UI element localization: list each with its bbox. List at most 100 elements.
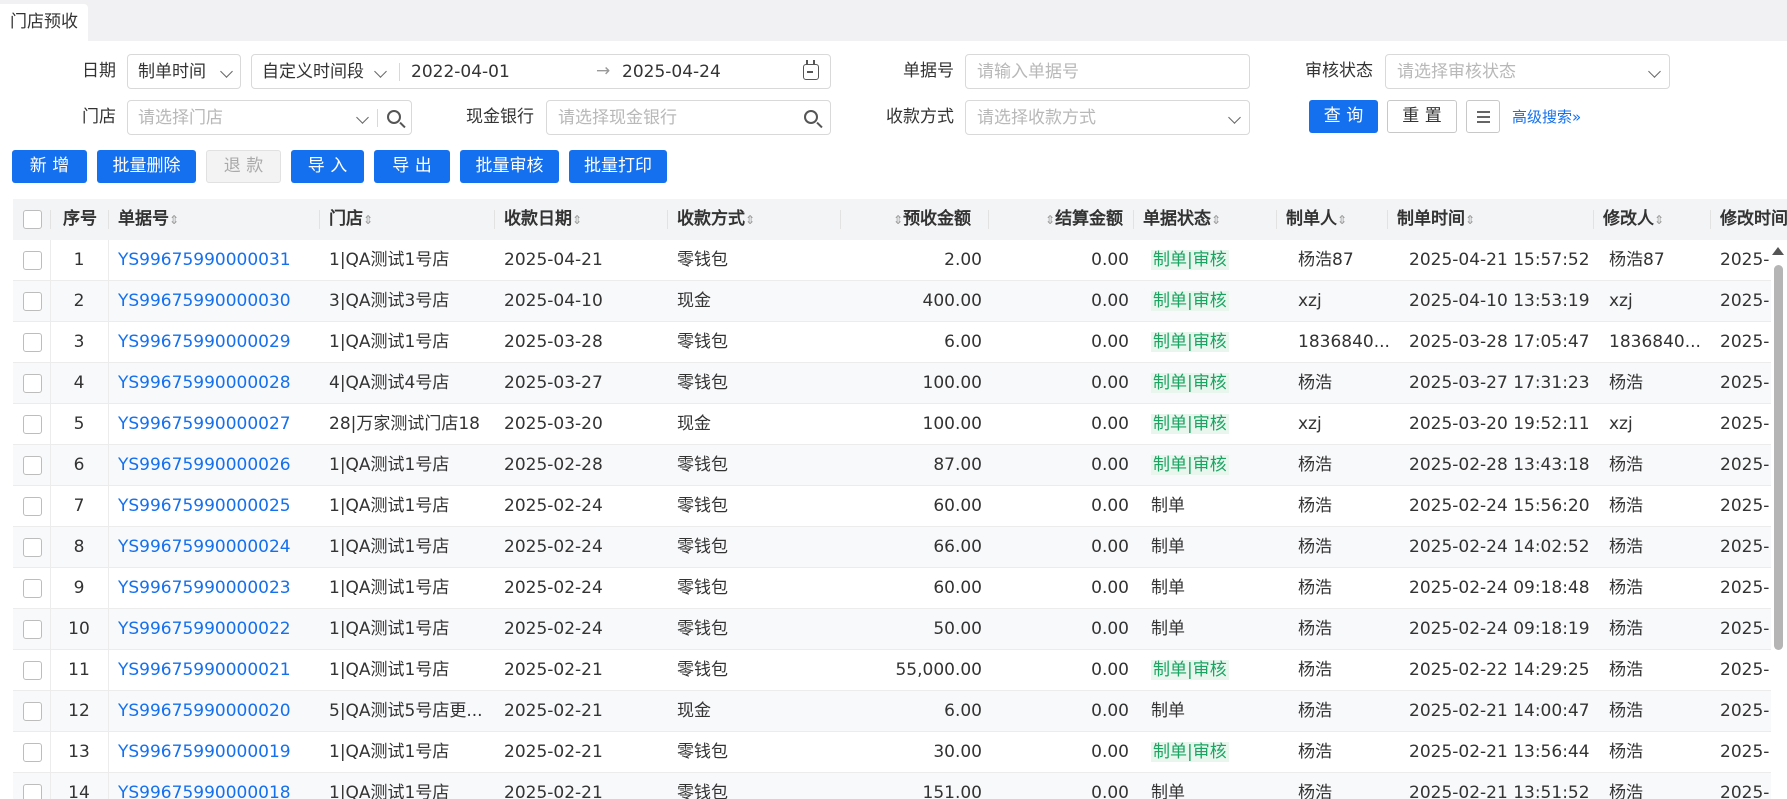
table-row[interactable]: 10 YS99675990000022 1|QA测试1号店 2025-02-24 零钱包… xyxy=(13,609,1787,650)
table-row[interactable]: 11 YS99675990000021 1|QA测试1号店 2025-02-21 零钱包… xyxy=(13,650,1787,691)
row-checkbox[interactable] xyxy=(23,415,42,434)
row-payment-method: 零钱包 xyxy=(677,496,728,516)
col-bill-status[interactable]: 单据状态⇕ xyxy=(1143,199,1221,240)
import-button[interactable]: 导 入 xyxy=(291,150,364,183)
export-button[interactable]: 导 出 xyxy=(374,150,450,183)
row-index: 13 xyxy=(68,742,90,762)
column-settings-button[interactable] xyxy=(1466,100,1500,133)
row-checkbox[interactable] xyxy=(23,374,42,393)
bill-no-link[interactable]: YS99675990000021 xyxy=(118,650,313,690)
range-arrow-icon: → xyxy=(596,61,611,81)
col-receive-date[interactable]: 收款日期⇕ xyxy=(504,199,582,240)
row-creator: 杨浩87 xyxy=(1298,250,1354,270)
date-range-picker[interactable]: 自定义时间段 2022-04-01 → 2025-04-24 xyxy=(251,54,831,89)
bill-no-link[interactable]: YS99675990000028 xyxy=(118,363,313,403)
bill-no-link[interactable]: YS99675990000027 xyxy=(118,404,313,444)
status-badge: 制单|审核 xyxy=(1151,660,1229,680)
status-badge: 制单|审核 xyxy=(1151,455,1229,475)
row-store: 28|万家测试门店18 xyxy=(329,414,480,434)
table-row[interactable]: 13 YS99675990000019 1|QA测试1号店 2025-02-21 零钱包… xyxy=(13,732,1787,773)
table-row[interactable]: 1 YS99675990000031 1|QA测试1号店 2025-04-21 零钱包 2… xyxy=(13,240,1787,281)
row-prepaid-amount: 400.00 xyxy=(922,291,982,311)
bill-no-link[interactable]: YS99675990000030 xyxy=(118,281,313,321)
row-checkbox[interactable] xyxy=(23,702,42,721)
row-checkbox[interactable] xyxy=(23,661,42,680)
row-checkbox[interactable] xyxy=(23,620,42,639)
row-checkbox[interactable] xyxy=(23,538,42,557)
chevron-down-icon xyxy=(220,65,233,78)
table-row[interactable]: 3 YS99675990000029 1|QA测试1号店 2025-03-28 零钱包 6… xyxy=(13,322,1787,363)
audit-status-placeholder: 请选择审核状态 xyxy=(1397,62,1516,82)
table-row[interactable]: 12 YS99675990000020 5|QA测试5号店更... 2025-02-2… xyxy=(13,691,1787,732)
bill-no-link[interactable]: YS99675990000022 xyxy=(118,609,313,649)
row-checkbox[interactable] xyxy=(23,784,42,799)
scroll-up-arrow-icon[interactable] xyxy=(1772,247,1784,255)
status-badge: 制单 xyxy=(1151,537,1185,557)
col-prepaid-amount[interactable]: ⇕预收金额 xyxy=(893,199,971,240)
select-all-checkbox[interactable] xyxy=(23,210,42,229)
search-icon[interactable] xyxy=(804,110,818,124)
calendar-icon[interactable] xyxy=(803,60,819,80)
batch-print-button[interactable]: 批量打印 xyxy=(569,150,667,183)
reset-button[interactable]: 重 置 xyxy=(1387,100,1457,133)
bill-no-link[interactable]: YS99675990000020 xyxy=(118,691,313,731)
table-row[interactable]: 5 YS99675990000027 28|万家测试门店18 2025-03-20 现金… xyxy=(13,404,1787,445)
bill-no-input[interactable]: 请输入单据号 xyxy=(965,54,1250,89)
bill-no-link[interactable]: YS99675990000031 xyxy=(118,240,313,280)
col-creator[interactable]: 制单人⇕ xyxy=(1286,199,1347,240)
col-modifier[interactable]: 修改人⇕ xyxy=(1603,199,1664,240)
row-store: 1|QA测试1号店 xyxy=(329,783,450,799)
date-range-type[interactable]: 自定义时间段 xyxy=(262,62,364,82)
bill-no-link[interactable]: YS99675990000024 xyxy=(118,527,313,567)
bill-no-link[interactable]: YS99675990000019 xyxy=(118,732,313,772)
payment-method-select[interactable]: 请选择收款方式 xyxy=(965,100,1250,135)
add-button[interactable]: 新 增 xyxy=(12,150,87,183)
row-checkbox[interactable] xyxy=(23,456,42,475)
row-checkbox[interactable] xyxy=(23,579,42,598)
row-checkbox[interactable] xyxy=(23,743,42,762)
batch-delete-button[interactable]: 批量删除 xyxy=(97,150,196,183)
query-button[interactable]: 查 询 xyxy=(1309,100,1378,133)
table-row[interactable]: 6 YS99675990000026 1|QA测试1号店 2025-02-28 零钱包 8… xyxy=(13,445,1787,486)
table-row[interactable]: 2 YS99675990000030 3|QA测试3号店 2025-04-10 现金 40… xyxy=(13,281,1787,322)
start-date-input[interactable]: 2022-04-01 xyxy=(411,62,510,82)
col-payment-method[interactable]: 收款方式⇕ xyxy=(677,199,755,240)
bill-no-placeholder: 请输入单据号 xyxy=(977,62,1079,82)
table-row[interactable]: 7 YS99675990000025 1|QA测试1号店 2025-02-24 零钱包 6… xyxy=(13,486,1787,527)
row-settled-amount: 0.00 xyxy=(1091,537,1129,557)
refund-button[interactable]: 退 款 xyxy=(206,150,281,183)
table-row[interactable]: 4 YS99675990000028 4|QA测试4号店 2025-03-27 零钱包 1… xyxy=(13,363,1787,404)
date-type-select[interactable]: 制单时间 xyxy=(127,54,241,89)
store-select[interactable]: 请选择门店 xyxy=(127,100,412,135)
row-prepaid-amount: 87.00 xyxy=(933,455,982,475)
col-modify-time[interactable]: 修改时间 xyxy=(1720,199,1787,240)
col-bill-no[interactable]: 单据号⇕ xyxy=(118,199,179,240)
table-row[interactable]: 14 YS99675990000018 1|QA测试1号店 2025-02-21 零钱包… xyxy=(13,773,1787,799)
row-store: 1|QA测试1号店 xyxy=(329,455,450,475)
row-checkbox[interactable] xyxy=(23,497,42,516)
table-row[interactable]: 9 YS99675990000023 1|QA测试1号店 2025-02-24 零钱包 6… xyxy=(13,568,1787,609)
row-checkbox[interactable] xyxy=(23,333,42,352)
bill-no-link[interactable]: YS99675990000023 xyxy=(118,568,313,608)
row-prepaid-amount: 66.00 xyxy=(933,537,982,557)
bill-no-link[interactable]: YS99675990000026 xyxy=(118,445,313,485)
batch-audit-button[interactable]: 批量审核 xyxy=(460,150,559,183)
cash-bank-input[interactable]: 请选择现金银行 xyxy=(546,100,831,135)
row-modifier: 杨浩 xyxy=(1609,742,1643,762)
bill-no-link[interactable]: YS99675990000025 xyxy=(118,486,313,526)
row-checkbox[interactable] xyxy=(23,292,42,311)
col-create-time[interactable]: 制单时间⇕ xyxy=(1397,199,1475,240)
col-settled-amount[interactable]: ⇕结算金额 xyxy=(1045,199,1123,240)
tab-store-prepaid[interactable]: 门店预收 xyxy=(0,4,88,41)
bill-no-link[interactable]: YS99675990000029 xyxy=(118,322,313,362)
advanced-search-link[interactable]: 高级搜索» xyxy=(1512,107,1581,127)
search-icon[interactable] xyxy=(387,110,401,124)
scrollbar-thumb[interactable] xyxy=(1774,265,1783,650)
bill-no-link[interactable]: YS99675990000018 xyxy=(118,773,313,799)
audit-status-select[interactable]: 请选择审核状态 xyxy=(1385,54,1670,89)
end-date-input[interactable]: 2025-04-24 xyxy=(622,62,721,82)
table-row[interactable]: 8 YS99675990000024 1|QA测试1号店 2025-02-24 零钱包 6… xyxy=(13,527,1787,568)
col-store[interactable]: 门店⇕ xyxy=(329,199,373,240)
row-checkbox[interactable] xyxy=(23,251,42,270)
row-payment-method: 现金 xyxy=(677,701,711,721)
